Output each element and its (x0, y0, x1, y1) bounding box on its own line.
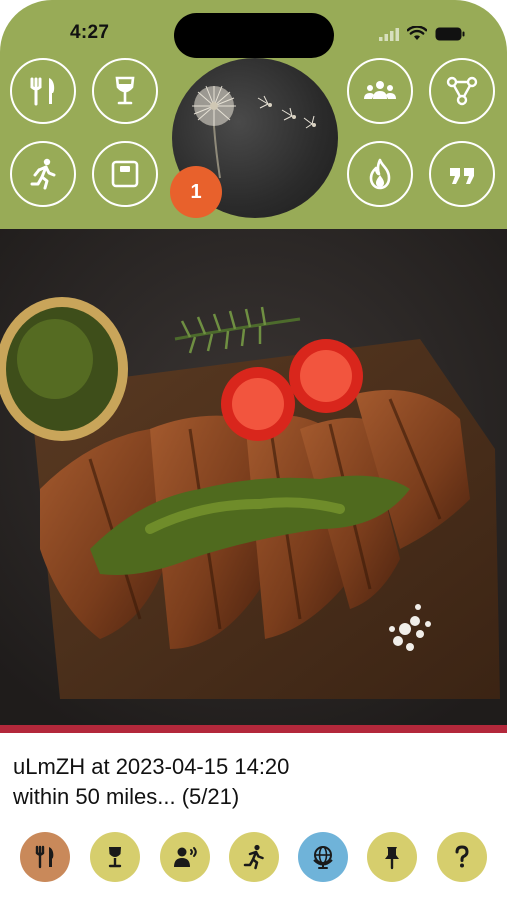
notification-badge[interactable]: 1 (170, 166, 222, 218)
scale-icon (111, 160, 139, 188)
food-button[interactable] (10, 58, 76, 124)
quotes-button[interactable] (429, 141, 495, 207)
question-mark-icon (455, 845, 469, 868)
wifi-icon (407, 26, 427, 40)
pin-filter-button[interactable] (367, 832, 417, 882)
caption-line-2: within 50 miles... (5/21) (13, 784, 240, 809)
calories-button[interactable] (347, 141, 413, 207)
status-icons (379, 26, 465, 41)
drinks-filter-button[interactable] (90, 832, 140, 882)
quote-icon (450, 168, 474, 184)
running-person-icon (243, 844, 264, 870)
pin-icon (385, 847, 399, 870)
activity-button[interactable] (10, 141, 76, 207)
battery-icon (435, 27, 465, 40)
drinks-button[interactable] (92, 58, 158, 124)
wine-glass-icon (108, 847, 122, 868)
dynamic-island (174, 13, 334, 58)
activity-filter-button[interactable] (229, 832, 279, 882)
signal-icon (379, 27, 399, 41)
steak-photo-image (0, 229, 507, 725)
status-time: 4:27 (70, 22, 110, 43)
caption-line-1: uLmZH at 2023-04-15 14:20 (13, 754, 290, 779)
wine-glass-icon (115, 76, 135, 105)
group-button[interactable] (347, 58, 413, 124)
network-button[interactable] (429, 58, 495, 124)
location-filter-button[interactable] (298, 832, 348, 882)
post-caption: uLmZH at 2023-04-15 14:20 within 50 mile… (13, 752, 493, 812)
utensils-icon (35, 845, 54, 869)
globe-icon (313, 846, 333, 869)
accent-divider (0, 725, 507, 733)
network-nodes-icon (446, 76, 478, 106)
speak-filter-button[interactable] (160, 832, 210, 882)
help-button[interactable] (437, 832, 487, 882)
weight-button[interactable] (92, 141, 158, 207)
flame-icon (369, 158, 391, 190)
food-photo[interactable] (0, 229, 507, 725)
speaking-person-icon (174, 847, 197, 867)
people-group-icon (364, 81, 396, 99)
running-person-icon (30, 158, 56, 190)
header: 4:27 1 (0, 0, 507, 229)
utensils-icon (30, 77, 55, 106)
bottom-toolbar (0, 832, 507, 882)
food-filter-button[interactable] (20, 832, 70, 882)
